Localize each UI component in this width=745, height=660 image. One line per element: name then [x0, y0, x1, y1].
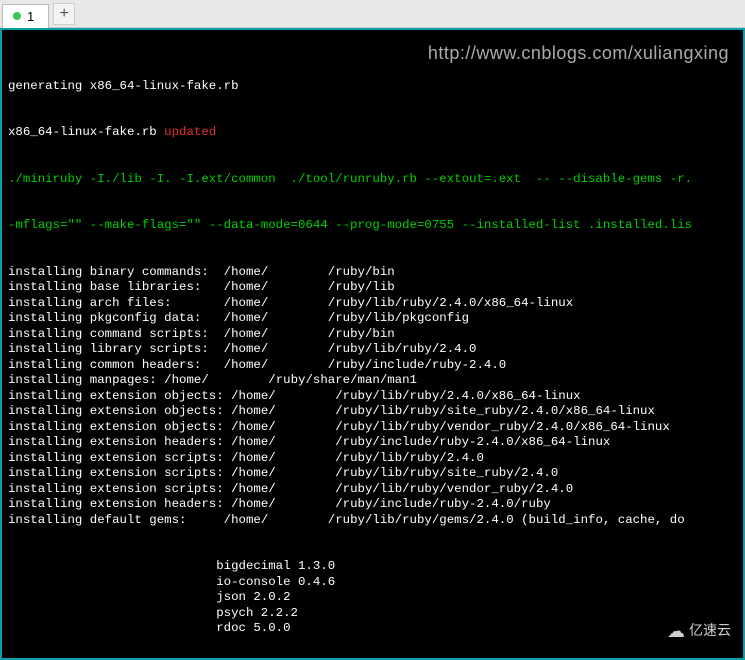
new-tab-button[interactable]: + — [53, 3, 75, 25]
output-line: installing extension scripts: /home/xxxx… — [8, 482, 737, 498]
tab-label: 1 — [27, 9, 34, 24]
default-gems-output: bigdecimal 1.3.0 io-console 0.4.6 json 2… — [8, 559, 737, 637]
output-line: installing base libraries: /home/xxxxxxx… — [8, 280, 737, 296]
output-line: installing extension objects: /home/xxxx… — [8, 389, 737, 405]
plus-icon: + — [59, 5, 69, 23]
output-line: bigdecimal 1.3.0 — [8, 559, 737, 575]
output-line: ./miniruby -I./lib -I. -I.ext/common ./t… — [8, 172, 737, 188]
output-line: rdoc 5.0.0 — [8, 621, 737, 637]
terminal[interactable]: http://www.cnblogs.com/xuliangxing gener… — [0, 28, 745, 660]
output-line: installing extension scripts: /home/xxxx… — [8, 451, 737, 467]
output-line: installing common headers: /home/xxxxxxx… — [8, 358, 737, 374]
yisu-watermark: ☁ 亿速云 — [667, 620, 731, 643]
output-line: installing command scripts: /home/xxxxxx… — [8, 327, 737, 343]
output-line: -mflags="" --make-flags="" --data-mode=0… — [8, 218, 737, 234]
output-line: installing pkgconfig data: /home/xxxxxxx… — [8, 311, 737, 327]
output-line: x86_64-linux-fake.rb updated — [8, 125, 737, 141]
tab-active-indicator — [13, 12, 21, 20]
terminal-tab[interactable]: 1 — [2, 4, 49, 28]
output-line: installing extension headers: /home/xxxx… — [8, 435, 737, 451]
yisu-label: 亿速云 — [689, 622, 731, 640]
output-line: installing arch files: /home/xxxxxxxx/ru… — [8, 296, 737, 312]
output-line: installing manpages: /home/xxxxxxxx/ruby… — [8, 373, 737, 389]
tab-bar: 1 + — [0, 0, 745, 28]
output-line: installing binary commands: /home/xxxxxx… — [8, 265, 737, 281]
output-line: installing extension headers: /home/xxxx… — [8, 497, 737, 513]
output-line: installing extension objects: /home/xxxx… — [8, 404, 737, 420]
install-output: installing binary commands: /home/xxxxxx… — [8, 265, 737, 529]
cloud-icon: ☁ — [667, 620, 685, 643]
output-line: psych 2.2.2 — [8, 606, 737, 622]
output-line: installing extension objects: /home/xxxx… — [8, 420, 737, 436]
output-line: json 2.0.2 — [8, 590, 737, 606]
blog-watermark: http://www.cnblogs.com/xuliangxing — [428, 42, 729, 65]
output-line: installing extension scripts: /home/xxxx… — [8, 466, 737, 482]
output-line: generating x86_64-linux-fake.rb — [8, 79, 737, 95]
output-line: io-console 0.4.6 — [8, 575, 737, 591]
output-line: installing library scripts: /home/xxxxxx… — [8, 342, 737, 358]
output-line: installing default gems: /home/xxxxxxxx/… — [8, 513, 737, 529]
